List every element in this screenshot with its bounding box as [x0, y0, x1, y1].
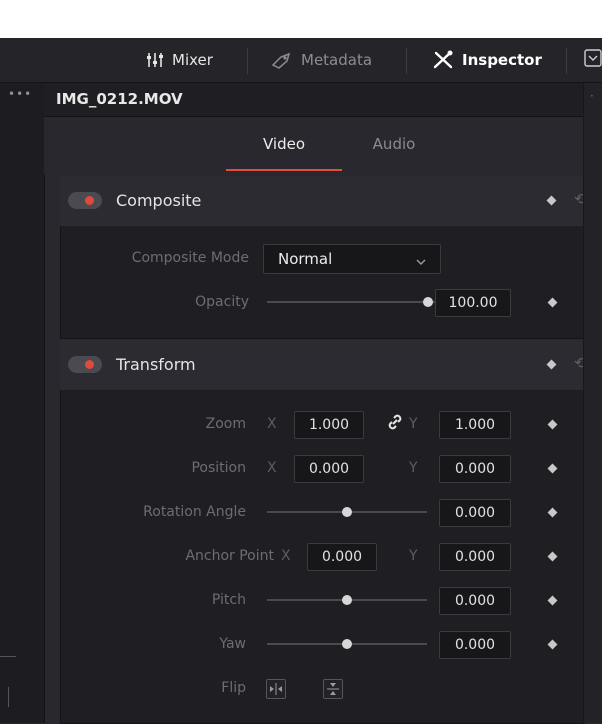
composite-panel: Composite Mode Normal ⟲ Opacity 100.00 ⟲: [60, 226, 597, 339]
position-x-axis-label: X: [267, 460, 277, 476]
flip-horizontal-icon: [270, 683, 282, 695]
inspector-tools-icon: [432, 50, 454, 70]
anchor-point-row: Anchor Point X 0.000 Y 0.000 ⟲: [61, 534, 597, 578]
pitch-keyframe-icon[interactable]: [547, 595, 558, 606]
tab-audio[interactable]: Audio: [336, 117, 452, 175]
tab-bar: Video Audio: [44, 117, 602, 175]
zoom-row: Zoom X 1.000 Y 1.000 ⟲: [61, 402, 597, 446]
left-handle[interactable]: [8, 687, 9, 707]
composite-mode-label: Composite Mode: [131, 250, 249, 266]
toolbar-divider: [406, 48, 407, 74]
inspector-label: Inspector: [462, 51, 542, 69]
rotation-row: Rotation Angle 0.000 ⟲: [61, 490, 597, 534]
tab-video[interactable]: Video: [226, 117, 342, 175]
rotation-slider-knob[interactable]: [342, 507, 352, 517]
anchor-point-label: Anchor Point: [185, 548, 274, 564]
flip-label: Flip: [221, 680, 246, 696]
position-y-input[interactable]: 0.000: [439, 455, 511, 483]
composite-mode-row: Composite Mode Normal ⟲: [61, 236, 597, 280]
pitch-row: Pitch 0.000 ⟲: [61, 578, 597, 622]
metadata-label: Metadata: [301, 51, 373, 69]
clip-header: IMG_0212.MOV: [44, 83, 602, 117]
toggle-dot: [85, 196, 94, 205]
panel-toggle-button[interactable]: [584, 38, 602, 82]
panel-toggle-icon: [584, 49, 602, 71]
top-strip: [0, 0, 602, 38]
opacity-keyframe-icon[interactable]: [547, 297, 558, 308]
opacity-slider-knob[interactable]: [423, 297, 433, 307]
mixer-label: Mixer: [172, 51, 213, 69]
opacity-slider-track[interactable]: [267, 301, 435, 303]
yaw-label: Yaw: [219, 636, 246, 652]
anchor-x-input[interactable]: 0.000: [307, 543, 377, 571]
left-panel: •••: [0, 83, 45, 723]
transform-section-header[interactable]: Transform ⟲: [60, 340, 587, 390]
rotation-input[interactable]: 0.000: [439, 499, 511, 527]
mixer-icon: [146, 51, 164, 69]
link-icon[interactable]: [387, 414, 403, 434]
right-strip: ·: [583, 83, 602, 723]
chevron-down-icon: [416, 253, 426, 271]
rotation-label: Rotation Angle: [143, 504, 246, 520]
anchor-x-axis-label: X: [281, 548, 291, 564]
inspector-button[interactable]: Inspector: [432, 38, 542, 82]
opacity-row: Opacity 100.00 ⟲: [61, 280, 597, 324]
zoom-keyframe-icon[interactable]: [547, 419, 558, 430]
position-y-axis-label: Y: [409, 460, 418, 476]
right-dots-icon[interactable]: ·: [590, 89, 594, 103]
pitch-slider-knob[interactable]: [342, 595, 352, 605]
transform-title: Transform: [116, 355, 196, 374]
transform-panel: Zoom X 1.000 Y 1.000 ⟲ Position X 0.000 …: [60, 390, 597, 724]
position-row: Position X 0.000 Y 0.000 ⟲: [61, 446, 597, 490]
composite-mode-dropdown[interactable]: Normal: [263, 244, 441, 274]
toggle-dot: [85, 360, 94, 369]
flip-vertical-icon: [327, 683, 339, 695]
pitch-label: Pitch: [211, 592, 246, 608]
composite-title: Composite: [116, 191, 202, 210]
flip-row: Flip ⟲: [61, 666, 597, 710]
composite-enable-toggle[interactable]: [68, 192, 102, 209]
transform-enable-toggle[interactable]: [68, 356, 102, 373]
anchor-y-axis-label: Y: [409, 548, 418, 564]
position-keyframe-icon[interactable]: [547, 463, 558, 474]
yaw-input[interactable]: 0.000: [439, 631, 511, 659]
composite-section-header[interactable]: Composite ⟲: [60, 176, 587, 226]
zoom-y-input[interactable]: 1.000: [439, 411, 511, 439]
yaw-keyframe-icon[interactable]: [547, 639, 558, 650]
pitch-input[interactable]: 0.000: [439, 587, 511, 615]
zoom-x-input[interactable]: 1.000: [294, 411, 364, 439]
composite-mode-value: Normal: [278, 250, 333, 268]
metadata-tag-icon: [271, 51, 293, 69]
transform-keyframe-icon[interactable]: [546, 359, 557, 370]
anchor-y-input[interactable]: 0.000: [439, 543, 511, 571]
mixer-button[interactable]: Mixer: [146, 38, 213, 82]
clip-name: IMG_0212.MOV: [56, 90, 183, 108]
anchor-keyframe-icon[interactable]: [547, 551, 558, 562]
yaw-slider-knob[interactable]: [342, 639, 352, 649]
yaw-row: Yaw 0.000 ⟲: [61, 622, 597, 666]
metadata-button[interactable]: Metadata: [271, 38, 372, 82]
more-options-icon[interactable]: •••: [8, 87, 32, 101]
flip-horizontal-button[interactable]: [266, 679, 286, 699]
flip-vertical-button[interactable]: [323, 679, 343, 699]
position-label: Position: [191, 460, 246, 476]
toolbar-divider: [247, 48, 248, 74]
composite-keyframe-icon[interactable]: [546, 195, 557, 206]
rotation-keyframe-icon[interactable]: [547, 507, 558, 518]
toolbar: Mixer Metadata Inspector: [0, 38, 602, 83]
toolbar-divider: [566, 48, 567, 74]
opacity-input[interactable]: 100.00: [435, 289, 511, 317]
zoom-label: Zoom: [205, 416, 246, 432]
zoom-y-axis-label: Y: [409, 416, 418, 432]
left-divider: [0, 656, 16, 657]
opacity-label: Opacity: [195, 294, 249, 310]
position-x-input[interactable]: 0.000: [294, 455, 364, 483]
zoom-x-axis-label: X: [267, 416, 277, 432]
